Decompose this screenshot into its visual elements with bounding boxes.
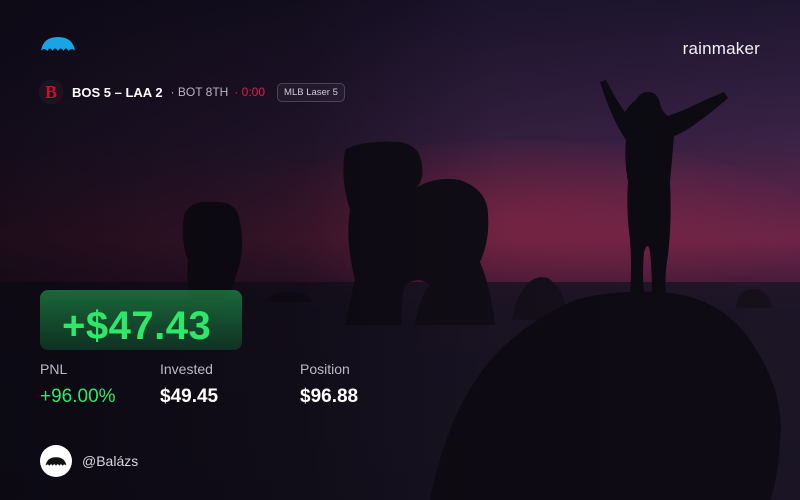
pnl-card: +$47.43: [40, 290, 242, 350]
svg-text:B: B: [45, 82, 57, 102]
stat-pnl-value: +96.00%: [40, 386, 116, 407]
user-info: @Balázs: [40, 445, 138, 477]
umbrella-icon: [45, 456, 67, 466]
game-score: BOS 5 – LAA 2: [72, 84, 163, 100]
stat-position-value: $96.88: [300, 386, 359, 407]
pnl-amount: +$47.43: [62, 304, 212, 348]
stat-pnl-label: PNL: [40, 361, 68, 377]
game-info: B BOS 5 – LAA 2 · BOT 8TH · 0:00 MLB Las…: [38, 79, 345, 105]
game-clock: · 0:00: [234, 85, 266, 99]
market-badge: MLB Laser 5: [277, 82, 345, 102]
stat-invested-value: $49.45: [160, 386, 219, 407]
brand-name: rainmaker: [682, 39, 760, 58]
umbrella-icon: [41, 37, 75, 51]
stat-position: Position $96.88: [300, 361, 358, 408]
left-overlay: [0, 0, 800, 500]
stat-invested-label: Invested: [160, 361, 213, 377]
red-sox-b-icon: B: [38, 79, 64, 105]
username: @Balázs: [82, 453, 139, 469]
stat-position-label: Position: [300, 361, 350, 377]
stat-pnl: PNL +96.00%: [40, 361, 116, 408]
game-inning: · BOT 8TH: [170, 85, 229, 99]
avatar: [40, 445, 72, 477]
stat-invested: Invested $49.45: [160, 361, 218, 408]
